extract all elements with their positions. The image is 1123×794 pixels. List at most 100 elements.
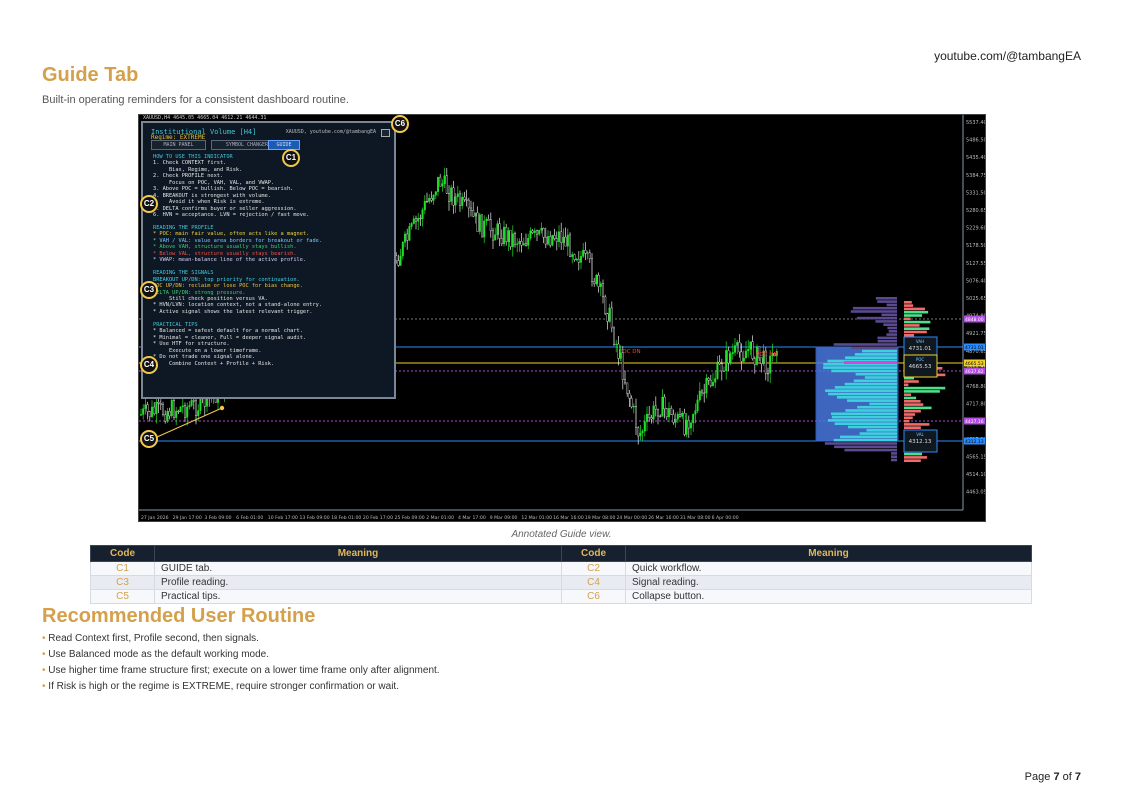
candle-body xyxy=(503,227,506,245)
guide-line: * POC: main fair value, often acts like … xyxy=(153,231,310,238)
delta-profile-bar xyxy=(904,406,932,410)
page-number: Page 7 of 7 xyxy=(1025,771,1081,783)
delta-profile-bar xyxy=(904,314,923,317)
volume-profile-bar xyxy=(831,369,897,373)
candle-body xyxy=(573,254,576,260)
candle-body xyxy=(157,402,160,404)
candle-body xyxy=(734,345,737,353)
candle-body xyxy=(571,254,574,257)
volume-profile-bar xyxy=(834,445,897,449)
axis-price-tag-text: 4731.01 xyxy=(965,345,984,351)
annotation-dot xyxy=(219,405,225,411)
volume-profile-bar xyxy=(847,425,897,429)
candle-body xyxy=(417,217,420,222)
code-cell: C2 xyxy=(561,561,626,576)
axis-price-tag-text: 4427.16 xyxy=(965,419,984,425)
candle-body xyxy=(760,357,763,364)
candle-body xyxy=(542,228,545,238)
candle-body xyxy=(560,231,563,243)
candle-body xyxy=(540,228,543,231)
volume-profile-bar xyxy=(875,297,897,300)
routine-text: Use Balanced mode as the default working… xyxy=(48,649,269,660)
price-tick-label: 5127.55 xyxy=(966,261,986,267)
candle-body xyxy=(646,413,649,422)
annotation-c4: C4 xyxy=(140,356,158,374)
candle-body xyxy=(720,363,723,372)
delta-profile-bar xyxy=(904,459,921,462)
candle-body xyxy=(188,405,191,408)
axis-price-tag-text: 4312.13 xyxy=(965,439,984,445)
candle-body xyxy=(443,175,446,184)
candle-body xyxy=(419,217,422,220)
candle-body xyxy=(485,219,488,222)
delta-profile-bar xyxy=(904,396,917,400)
candle-body xyxy=(410,223,413,227)
volume-profile-bar xyxy=(827,419,897,422)
candle-body xyxy=(186,406,189,418)
volume-profile-bar xyxy=(850,310,897,313)
candle-body xyxy=(511,233,514,247)
candle-body xyxy=(580,256,583,263)
guide-line: * HVN/LVN: location context, not a stand… xyxy=(153,302,323,309)
candle-body xyxy=(703,392,706,394)
candle-body xyxy=(516,243,519,245)
candle-body xyxy=(487,219,490,221)
candle-body xyxy=(745,350,748,359)
candle-body xyxy=(630,398,633,408)
guide-line: * Balanced = safest default for a normal… xyxy=(153,328,303,335)
volume-profile-bar xyxy=(839,435,897,439)
routine-item: • Use higher time frame structure first;… xyxy=(42,665,440,676)
candle-body xyxy=(489,219,492,232)
collapse-button[interactable] xyxy=(381,129,390,137)
volume-profile-bar xyxy=(883,323,897,326)
candle-body xyxy=(533,230,536,233)
candle-body xyxy=(628,393,631,399)
volume-profile-bar xyxy=(845,356,897,359)
volume-profile-bar xyxy=(875,320,897,323)
candle-body xyxy=(593,281,596,284)
candle-body xyxy=(445,175,448,194)
candle-body xyxy=(192,400,195,402)
volume-profile-bar xyxy=(864,376,897,379)
meaning-cell: Practical tips. xyxy=(154,589,562,604)
annotation-c3: C3 xyxy=(140,281,158,299)
candle-body xyxy=(197,410,200,417)
guide-line: * Active signal shows the latest relevan… xyxy=(153,308,313,315)
candle-body xyxy=(564,236,567,247)
time-tick-label: 4 Mar 17:00 xyxy=(458,515,486,521)
candle-body xyxy=(701,390,704,394)
volume-profile-bar xyxy=(881,313,897,317)
candle-body xyxy=(467,199,470,209)
candle-body xyxy=(725,350,728,372)
candle-body xyxy=(716,361,719,379)
candle-body xyxy=(399,255,402,266)
price-tick-label: 5025.65 xyxy=(966,296,986,302)
candle-body xyxy=(452,187,455,206)
chart-screenshot: 5537.40 5486.50 5435.40 5384.75 5331.50 5280.… xyxy=(138,114,986,522)
delta-profile-bar xyxy=(904,334,915,337)
price-tick-label: 5486.50 xyxy=(966,138,986,144)
candle-body xyxy=(608,307,611,322)
vah-label: VAH xyxy=(916,339,924,344)
candle-body xyxy=(492,230,495,241)
panel-symbol: XAUUSD, youtube.com/@tambangEA xyxy=(285,129,376,135)
candle-body xyxy=(604,296,607,314)
candle-body xyxy=(707,378,710,381)
delta-profile-bar xyxy=(904,390,940,393)
price-tick-label: 5435.40 xyxy=(966,155,986,161)
volume-profile-bar xyxy=(855,372,897,376)
candle-body xyxy=(439,176,442,187)
annotation-c5: C5 xyxy=(140,430,158,448)
tab-main-panel[interactable]: MAIN PANEL xyxy=(151,140,206,150)
guide-line: 6. HVN = acceptance. LVN = rejection / f… xyxy=(153,212,310,219)
candle-body xyxy=(412,218,415,224)
candle-body xyxy=(690,422,693,429)
tab-guide[interactable]: GUIDE xyxy=(268,140,300,150)
candle-body xyxy=(679,414,682,417)
delta-profile-bar xyxy=(904,409,921,413)
routine-item: • Use Balanced mode as the default worki… xyxy=(42,649,269,660)
delta-profile-bar xyxy=(904,403,924,406)
volume-profile-bar xyxy=(891,452,897,455)
delta-profile-bar xyxy=(904,456,928,459)
candle-body xyxy=(586,252,589,254)
